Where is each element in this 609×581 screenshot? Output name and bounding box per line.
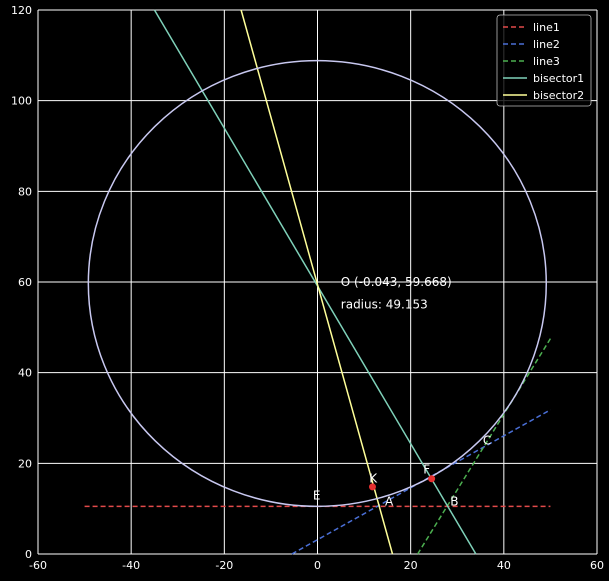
point-label-C: C [483,433,491,447]
chart-svg: E A BCKF O (-0.043, 59.668)radius: 49.153 … [0,0,609,581]
x-tick-label: 40 [497,559,511,572]
y-tick-label: 120 [11,4,32,17]
y-tick-label: 80 [18,185,32,198]
legend: line1 line2 line3 bisector1 bisector2 [496,14,592,107]
x-tick-label: 0 [314,559,321,572]
y-tick-label: 100 [11,95,32,108]
annotation-1: radius: 49.153 [341,298,428,312]
annotation-0: O (-0.043, 59.668) [341,275,452,289]
x-tick-label: -20 [215,559,233,572]
chart-root: EABCKF O (-0.043, 59.668) radius: 49.153 … [0,0,609,581]
legend-label-line2: line2 [533,38,560,51]
x-tick-label: 60 [590,559,604,572]
x-tick-label: 20 [404,559,418,572]
legend-label-line3: line3 [533,55,560,68]
point-label-F: F [423,462,430,476]
point-label-K: K [369,471,378,485]
point-label-A: A [385,494,394,508]
legend-label-line1: line1 [533,21,560,34]
y-tick-label: 60 [18,276,32,289]
y-tick-label: 20 [18,457,32,470]
legend-label-bisector2: bisector2 [533,89,584,102]
y-tick-label: 0 [25,548,32,561]
y-tick-label: 40 [18,367,32,380]
point-label-E: E [313,489,321,503]
legend-label-bisector1: bisector1 [533,72,584,85]
point-label-B: B [450,494,458,508]
x-tick-label: -40 [122,559,140,572]
